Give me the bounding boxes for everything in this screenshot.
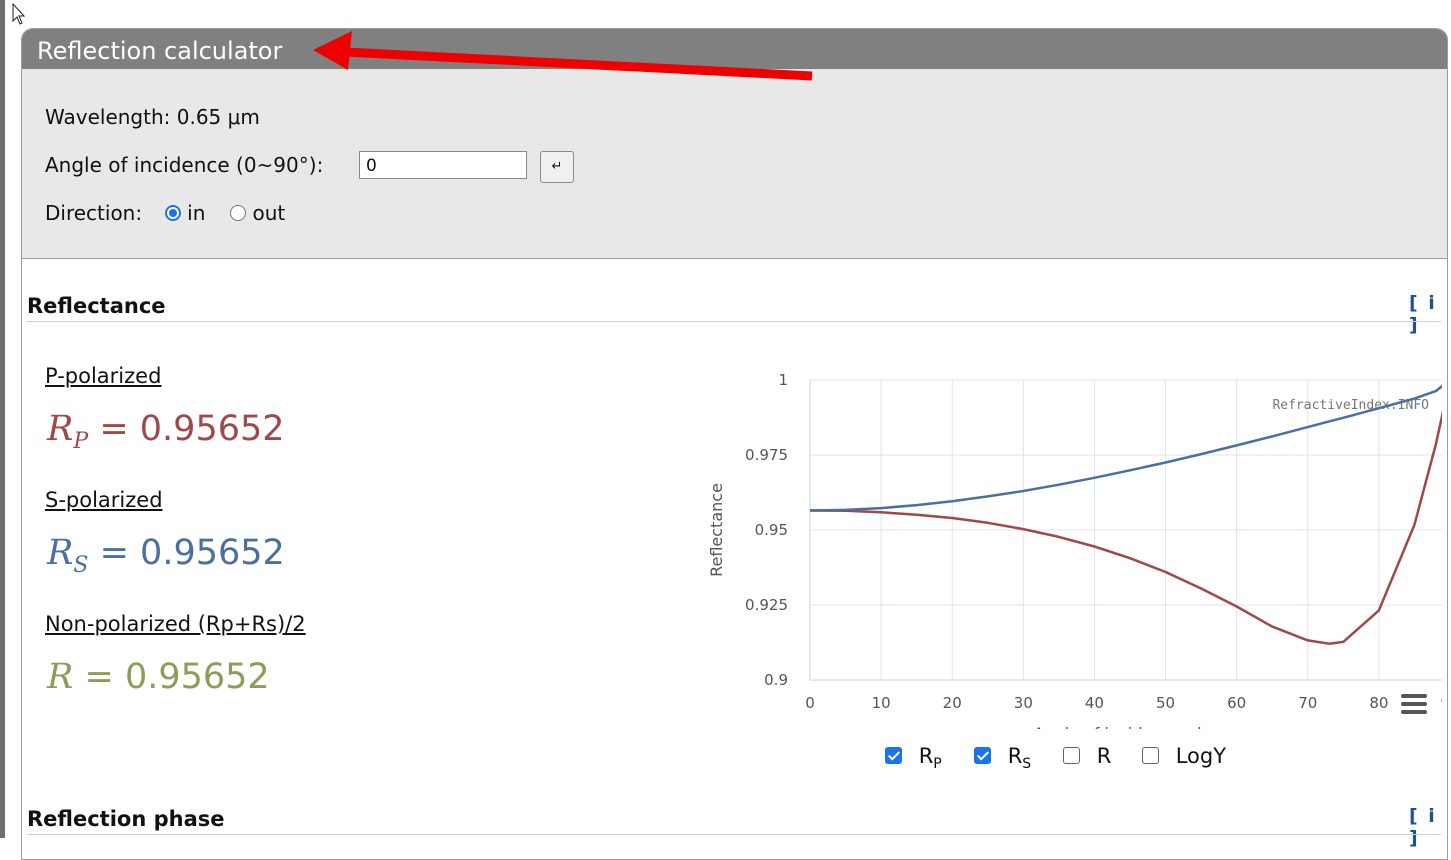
arrow-annotation-icon xyxy=(313,31,813,81)
